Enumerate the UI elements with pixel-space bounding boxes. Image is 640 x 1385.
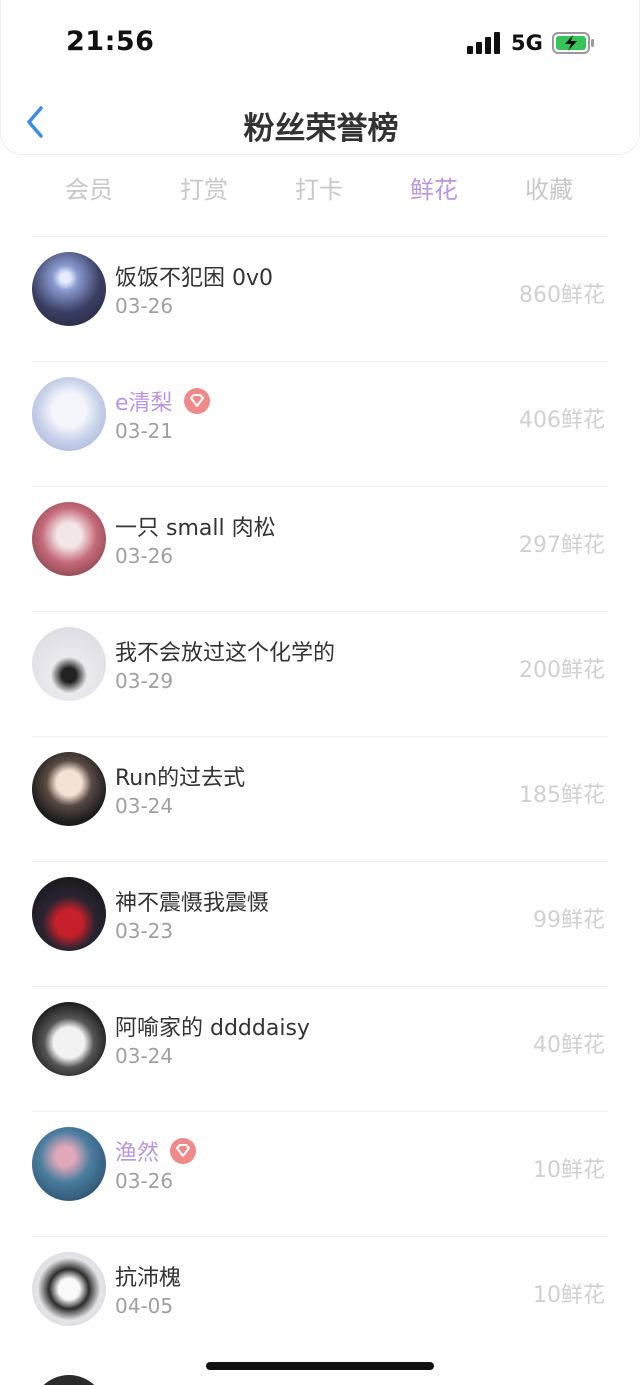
flower-count: 40鲜花: [533, 1033, 605, 1058]
avatar[interactable]: [32, 252, 106, 326]
avatar[interactable]: [32, 1002, 106, 1076]
avatar[interactable]: [32, 1127, 106, 1201]
flower-count: 99鲜花: [533, 908, 605, 933]
vip-diamond-badge-icon: [170, 1138, 197, 1164]
fan-name: 我不会放过这个化学的: [115, 641, 336, 666]
list-item[interactable]: 神不震慑我震慑 03-23 99鲜花: [32, 861, 608, 986]
flower-count: 10鲜花: [533, 1158, 605, 1183]
fan-date: 04-05: [115, 1294, 174, 1318]
tab-members[interactable]: 会员: [44, 170, 134, 205]
avatar[interactable]: [32, 877, 106, 951]
home-indicator[interactable]: [206, 1362, 434, 1370]
avatar[interactable]: [32, 377, 106, 451]
status-time: 21:56: [66, 26, 155, 57]
tab-rewards[interactable]: 打赏: [159, 170, 249, 205]
fan-date: 03-29: [115, 669, 174, 693]
flower-count: 200鲜花: [519, 658, 605, 683]
fan-name: 渔然: [115, 1135, 197, 1167]
avatar[interactable]: [32, 502, 106, 576]
list-item[interactable]: 我不会放过这个化学的 03-29 200鲜花: [32, 611, 608, 736]
flower-count: 406鲜花: [519, 408, 605, 433]
avatar: [32, 1375, 106, 1385]
tab-favorites[interactable]: 收藏: [504, 170, 594, 205]
fan-date: 03-24: [115, 1044, 174, 1068]
fan-name: 神不震慑我震慑: [115, 891, 270, 916]
category-tabs: 会员 打赏 打卡 鲜花 收藏: [0, 170, 640, 210]
fan-name: 饭饭不犯困 0v0: [115, 266, 274, 291]
fan-date: 03-21: [115, 419, 174, 443]
fan-date: 03-26: [115, 544, 174, 568]
fan-date: 03-23: [115, 919, 174, 943]
flower-count: 860鲜花: [519, 283, 605, 308]
fan-name: 抗沛槐: [115, 1266, 182, 1291]
avatar[interactable]: [32, 752, 106, 826]
list-item[interactable]: 抗沛槐 04-05 10鲜花: [32, 1236, 608, 1361]
list-item[interactable]: e清梨 03-21 406鲜花: [32, 361, 608, 486]
page-title: 粉丝荣誉榜: [243, 111, 399, 147]
list-item[interactable]: 饭饭不犯困 0v0 03-26 860鲜花: [32, 236, 608, 361]
flower-count: 185鲜花: [519, 783, 605, 808]
status-bar: 21:56 5G: [0, 0, 640, 80]
network-type: 5G: [511, 31, 543, 55]
list-item[interactable]: Run的过去式 03-24 185鲜花: [32, 736, 608, 861]
fan-name: e清梨: [115, 385, 211, 417]
fan-date: 03-24: [115, 794, 174, 818]
tab-flowers[interactable]: 鲜花: [389, 170, 479, 205]
fan-name: 阿喻家的 ddddaisy: [115, 1016, 310, 1041]
vip-diamond-badge-icon: [183, 388, 210, 414]
fan-name: 一只 small 肉松: [115, 516, 276, 541]
list-item[interactable]: 渔然 03-26 10鲜花: [32, 1111, 608, 1236]
avatar[interactable]: [32, 1252, 106, 1326]
fan-date: 03-26: [115, 294, 174, 318]
cellular-signal-icon: [467, 32, 501, 54]
fan-name: Run的过去式: [115, 766, 246, 791]
fan-date: 03-26: [115, 1169, 174, 1193]
tab-checkin[interactable]: 打卡: [274, 170, 364, 205]
list-item[interactable]: 阿喻家的 ddddaisy 03-24 40鲜花: [32, 986, 608, 1111]
list-item[interactable]: 一只 small 肉松 03-26 297鲜花: [32, 486, 608, 611]
flower-count: 10鲜花: [533, 1283, 605, 1308]
battery-charging-icon: [552, 32, 594, 54]
avatar[interactable]: [32, 627, 106, 701]
flower-count: 297鲜花: [519, 533, 605, 558]
